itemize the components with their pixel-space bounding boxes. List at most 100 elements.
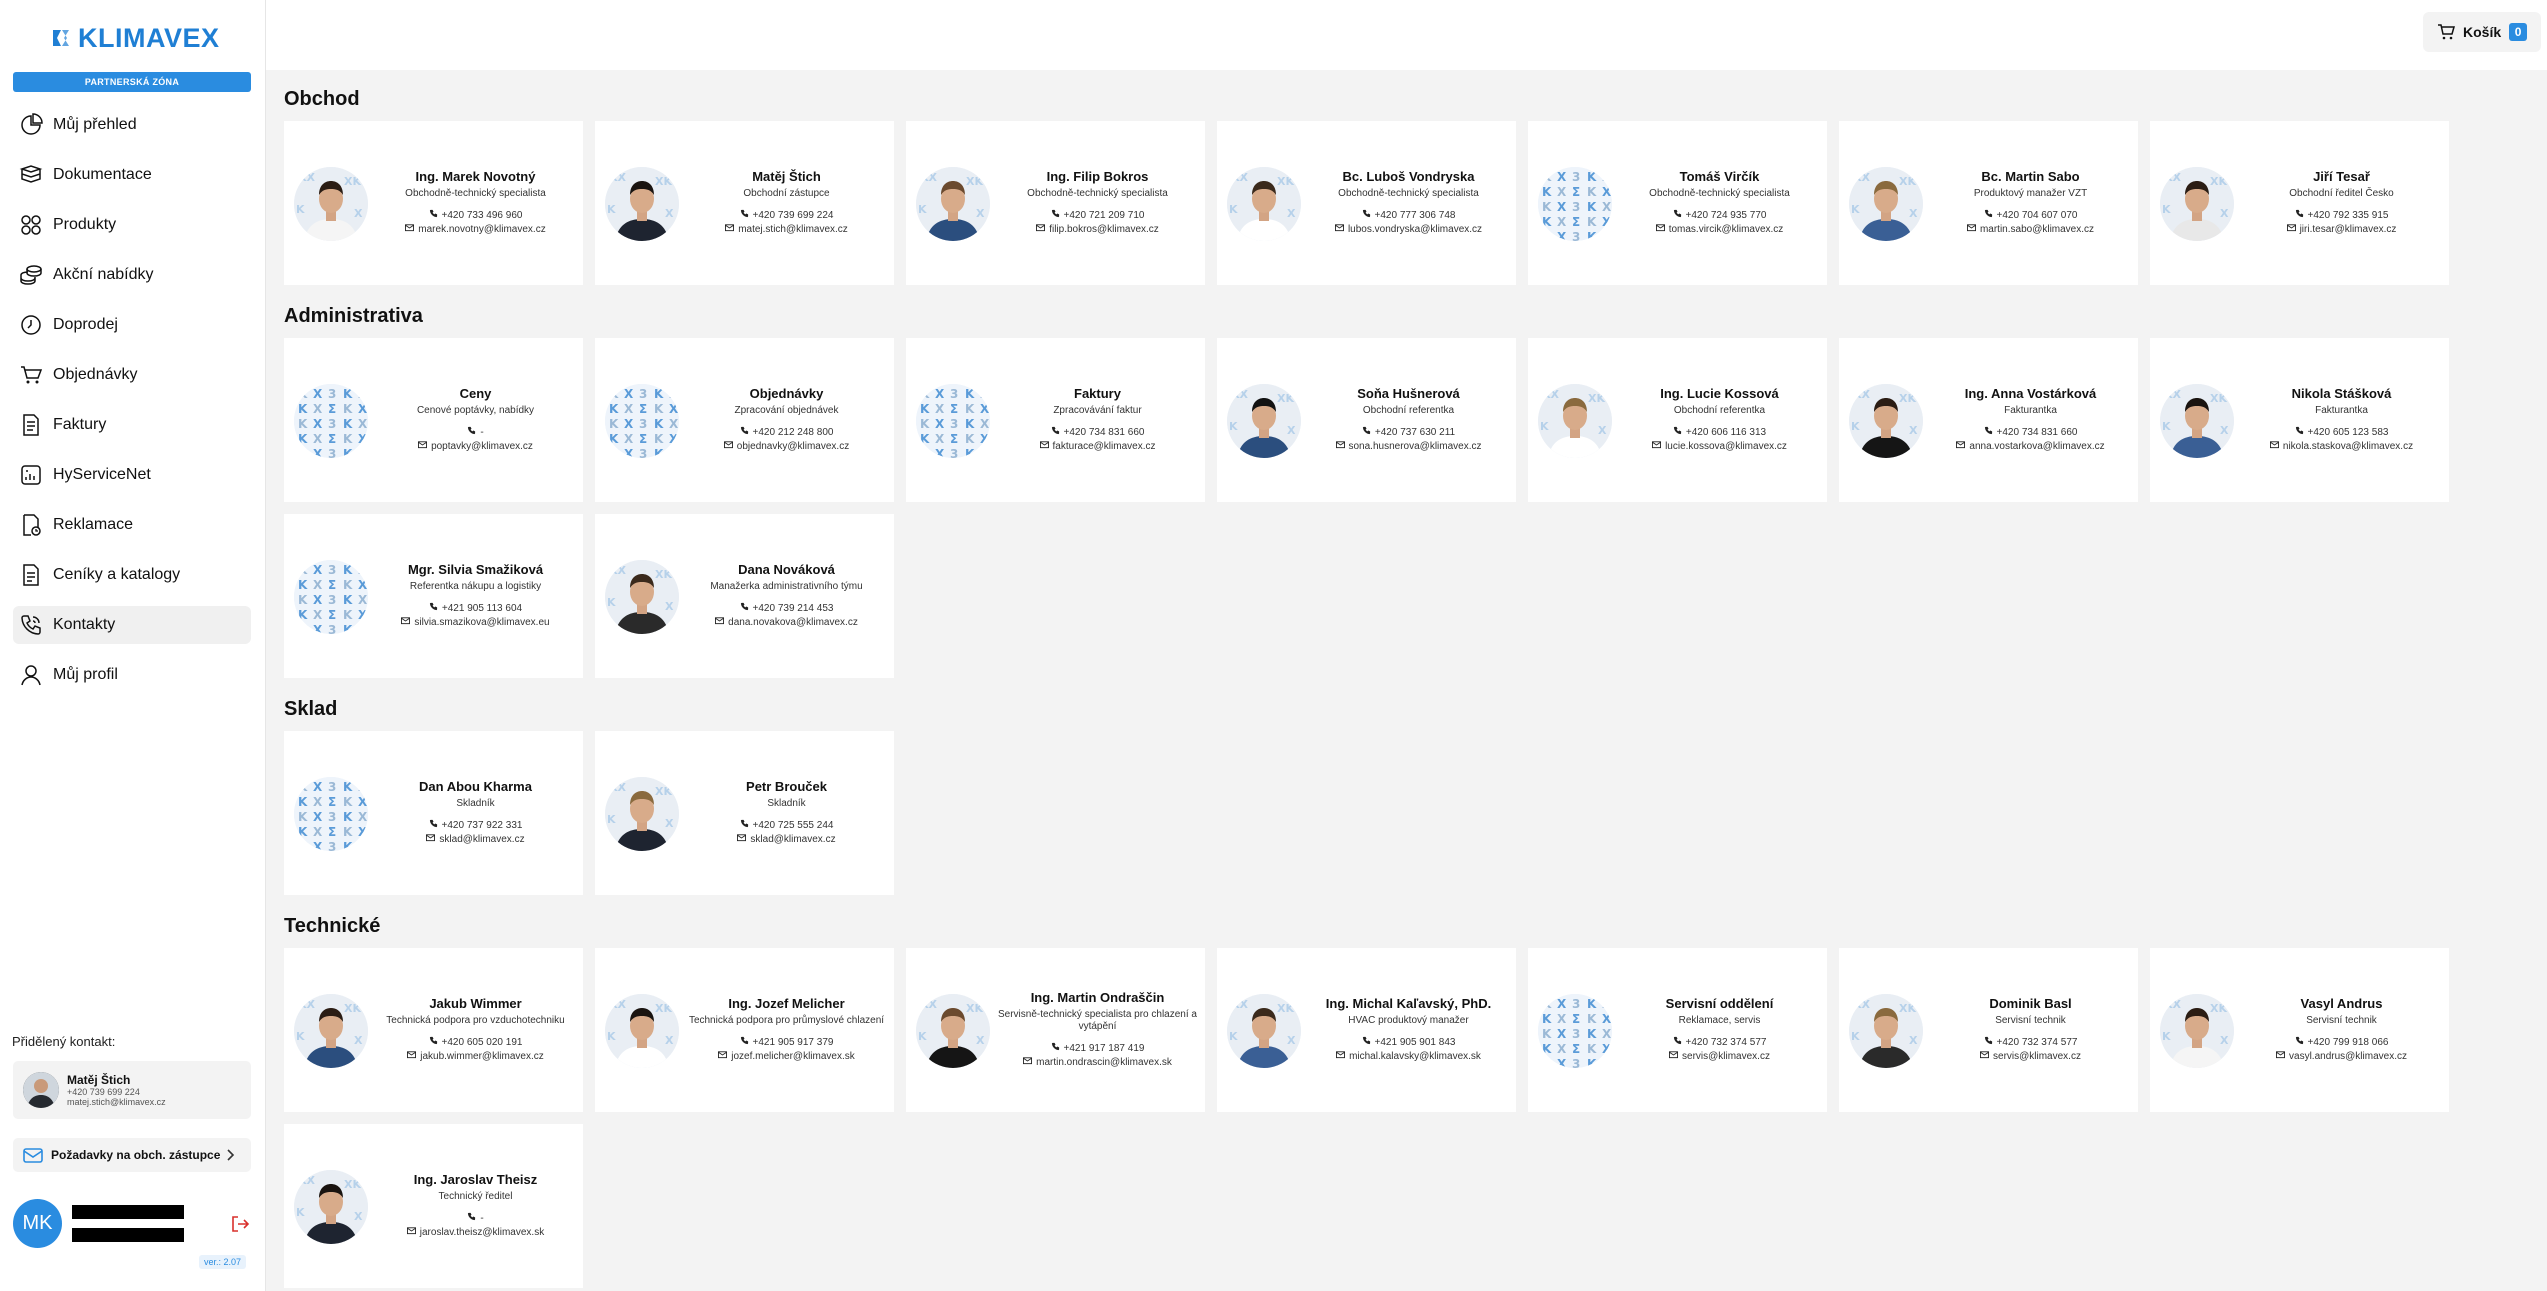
contact-email[interactable]: michal.kalavsky@klimavex.sk [1336, 1050, 1481, 1064]
contact-phone[interactable]: +420 739 699 224 [740, 209, 833, 223]
section-title: Administrativa [284, 305, 423, 327]
contact-phone[interactable]: +421 917 187 419 [1051, 1042, 1144, 1056]
contact-phone[interactable]: +421 905 917 379 [740, 1036, 833, 1050]
svg-text:K: K [296, 1206, 305, 1219]
contact-email[interactable]: jiri.tesar@klimavex.cz [2286, 223, 2396, 237]
contact-phone[interactable]: +420 732 374 577 [1673, 1036, 1766, 1050]
contact-email[interactable]: anna.vostarkova@klimavex.cz [1956, 440, 2105, 454]
contact-email[interactable]: sona.husnerova@klimavex.cz [1335, 440, 1482, 454]
contact-email[interactable]: poptavky@klimavex.cz [418, 440, 533, 454]
phone-icon [740, 819, 749, 833]
svg-text:K: K [1851, 420, 1860, 433]
contact-email[interactable]: sklad@klimavex.cz [737, 833, 836, 847]
contact-role: Obchodní referentka [1362, 405, 1455, 416]
contact-email[interactable]: servis@klimavex.cz [1980, 1050, 2081, 1064]
contact-email[interactable]: marek.novotny@klimavex.cz [405, 223, 546, 237]
contact-phone[interactable]: - [467, 1212, 484, 1226]
logout-icon[interactable] [230, 1214, 250, 1234]
contact-email[interactable]: filip.bokros@klimavex.cz [1036, 223, 1159, 237]
svg-text:K: K [1542, 170, 1552, 184]
representative-requests-button[interactable]: Požadavky na obch. zástupce [13, 1138, 251, 1172]
svg-text:3: 3 [950, 417, 958, 431]
contact-phone[interactable]: +420 734 831 660 [1984, 426, 2077, 440]
svg-text:K: K [298, 402, 308, 416]
contact-phone[interactable]: +421 905 113 604 [429, 602, 522, 616]
contact-phone[interactable]: +420 605 123 583 [2295, 426, 2388, 440]
nav-item-dokumentace[interactable]: Dokumentace [13, 156, 251, 194]
nav-item-muj-prehled[interactable]: Můj přehled [13, 106, 251, 144]
nav-item-kontakty[interactable]: Kontakty [13, 606, 251, 644]
svg-text:X: X [669, 432, 679, 446]
contact-phone[interactable]: +420 606 116 313 [1673, 426, 1766, 440]
svg-text:3: 3 [328, 623, 336, 634]
svg-text:X: X [1287, 1034, 1296, 1047]
contact-email[interactable]: matej.stich@klimavex.cz [725, 223, 848, 237]
contact-phone[interactable]: +420 724 935 770 [1673, 209, 1766, 223]
nav-item-reklamace[interactable]: Reklamace [13, 506, 251, 544]
assigned-contact-card[interactable]: Matěj Štich +420 739 699 224 matej.stich… [13, 1061, 251, 1119]
contact-email[interactable]: jozef.melicher@klimavex.sk [718, 1050, 855, 1064]
contact-email-text: martin.ondrascin@klimavex.sk [1036, 1057, 1172, 1068]
contact-phone[interactable]: +420 799 918 066 [2295, 1036, 2388, 1050]
contact-phone[interactable]: +420 792 335 915 [2295, 209, 2388, 223]
contact-email[interactable]: objednavky@klimavex.cz [723, 440, 849, 454]
nav-item-hyservicenet[interactable]: HyServiceNet [13, 456, 251, 494]
contact-phone[interactable]: +420 605 020 191 [429, 1036, 522, 1050]
contact-phone[interactable]: +420 733 496 960 [429, 209, 522, 223]
contact-email-text: lucie.kossova@klimavex.cz [1665, 441, 1787, 452]
contact-phone[interactable]: +421 905 901 843 [1362, 1036, 1455, 1050]
contact-email[interactable]: dana.novakova@klimavex.cz [715, 616, 858, 630]
contact-phone[interactable]: +420 777 306 748 [1362, 209, 1455, 223]
svg-text:3: 3 [1572, 1057, 1580, 1068]
contact-email[interactable]: jakub.wimmer@klimavex.cz [407, 1050, 544, 1064]
contact-email[interactable]: martin.ondrascin@klimavex.sk [1023, 1056, 1172, 1070]
contact-email-text: silvia.smazikova@klimavex.eu [414, 617, 550, 628]
nav-item-doprodej[interactable]: Doprodej [13, 306, 251, 344]
contact-info: Ing. Lucie Kossová Obchodní referentka +42… [1620, 338, 1819, 502]
contact-info: Ing. Martin Ondraščin Servisně-technický … [998, 948, 1197, 1112]
partner-zone-button[interactable]: PARTNERSKÁ ZÓNA [13, 72, 251, 92]
svg-text:XK: XK [966, 175, 983, 188]
svg-text:X: X [358, 578, 368, 592]
contact-phone-text: +420 737 630 211 [1374, 427, 1456, 438]
contact-phone[interactable]: +420 739 214 453 [740, 602, 833, 616]
phone-icon [1984, 209, 1993, 223]
contact-email[interactable]: tomas.vircik@klimavex.cz [1655, 223, 1783, 237]
contact-phone[interactable]: +420 721 209 710 [1051, 209, 1144, 223]
contact-phone[interactable]: +420 737 630 211 [1362, 426, 1455, 440]
contact-phone[interactable]: +420 734 831 660 [1051, 426, 1144, 440]
nav-item-produkty[interactable]: Produkty [13, 206, 251, 244]
svg-text:X: X [669, 387, 679, 401]
svg-text:K: K [920, 417, 930, 431]
nav-item-akcni-nabidky[interactable]: Akční nabídky [13, 256, 251, 294]
logo[interactable]: KLIMAVEX [50, 23, 220, 53]
svg-text:KX: KX [298, 998, 316, 1011]
nav-item-objednavky[interactable]: Objednávky [13, 356, 251, 394]
contact-email[interactable]: lucie.kossova@klimavex.cz [1652, 440, 1787, 454]
user-avatar[interactable]: MK [13, 1199, 62, 1248]
contact-phone[interactable]: +420 212 248 800 [740, 426, 833, 440]
nav-item-muj-profil[interactable]: Můj profil [13, 656, 251, 694]
contact-email[interactable]: nikola.staskova@klimavex.cz [2269, 440, 2413, 454]
contact-photo: KX3KXKXΣKXKX3KXKXΣKXKX3KX [294, 384, 368, 458]
contact-email[interactable]: vasyl.andrus@klimavex.cz [2276, 1050, 2407, 1064]
app: KLIMAVEX PARTNERSKÁ ZÓNA Můj přehled Doku… [0, 0, 2547, 1291]
contact-email[interactable]: lubos.vondryska@klimavex.cz [1334, 223, 1482, 237]
contact-email[interactable]: sklad@klimavex.cz [426, 833, 525, 847]
contact-email[interactable]: jaroslav.theisz@klimavex.sk [406, 1226, 544, 1240]
svg-text:KX: KX [2164, 171, 2182, 184]
contact-phone[interactable]: +420 704 607 070 [1984, 209, 2077, 223]
contact-phone[interactable]: +420 737 922 331 [429, 819, 522, 833]
contact-email[interactable]: martin.sabo@klimavex.cz [1966, 223, 2094, 237]
contact-email[interactable]: servis@klimavex.cz [1669, 1050, 1770, 1064]
contact-email[interactable]: silvia.smazikova@klimavex.eu [401, 616, 550, 630]
contact-phone[interactable]: +420 725 555 244 [740, 819, 833, 833]
contact-name: Ceny [459, 386, 492, 401]
nav-item-ceniky-a-katalogy[interactable]: Ceníky a katalogy [13, 556, 251, 594]
svg-text:K: K [1542, 1042, 1552, 1056]
contact-phone[interactable]: +420 732 374 577 [1984, 1036, 2077, 1050]
contact-email[interactable]: fakturace@klimavex.cz [1039, 440, 1155, 454]
nav-item-faktury[interactable]: Faktury [13, 406, 251, 444]
contact-phone[interactable]: - [467, 426, 484, 440]
cart-button[interactable]: Košík 0 [2423, 12, 2541, 52]
